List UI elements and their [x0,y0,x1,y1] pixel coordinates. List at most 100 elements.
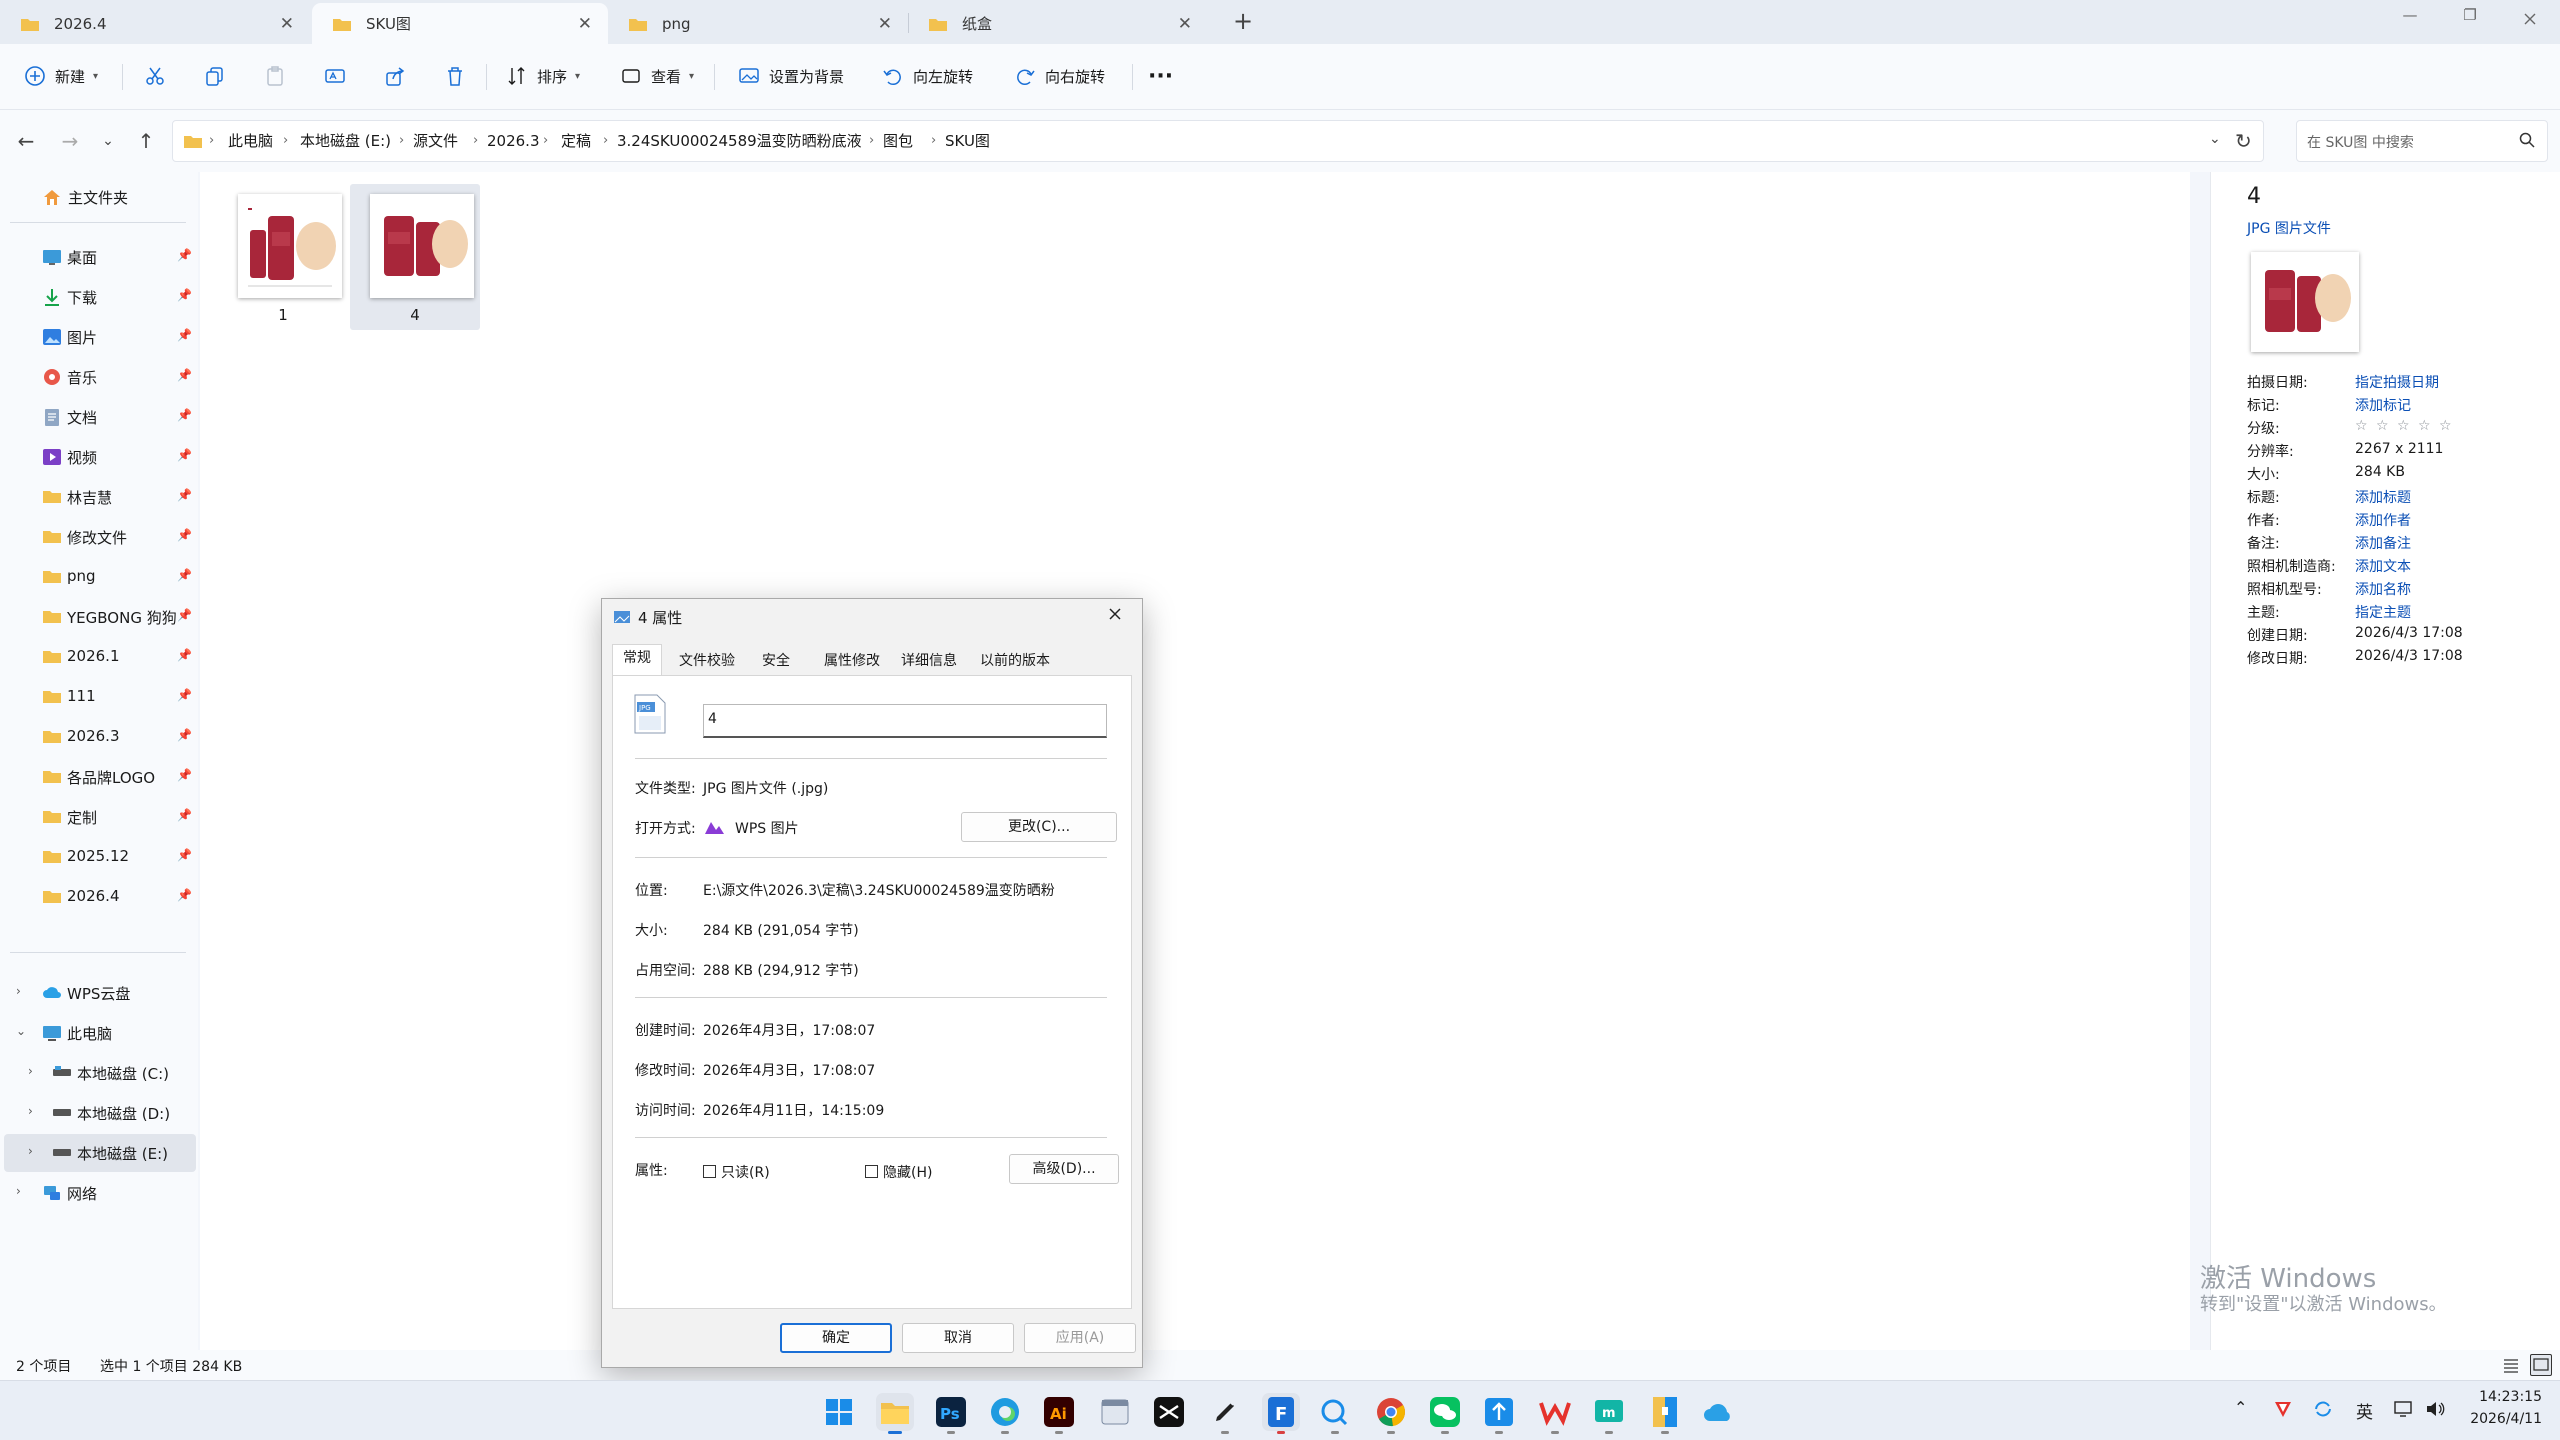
property-value[interactable]: 指定主题 [2355,602,2411,622]
start-button[interactable] [820,1393,858,1431]
tab-box[interactable]: 纸盒 ✕ [908,3,1208,44]
pin-icon[interactable]: 📌 [177,368,192,382]
pin-icon[interactable]: 📌 [177,408,192,422]
breadcrumb-item[interactable]: SKU图 [945,121,990,161]
taskbar-edge[interactable] [986,1393,1024,1431]
taskbar-pen-tool[interactable] [1206,1393,1244,1431]
taskbar-cloud[interactable] [1700,1393,1738,1431]
sidebar-item-folder[interactable]: 2026.4 📌 [0,878,196,916]
tab-details[interactable]: 详细信息 [896,648,962,674]
chevron-right-icon[interactable]: › [28,1144,33,1158]
taskbar-capcut[interactable] [1150,1393,1188,1431]
property-value[interactable]: 添加文本 [2355,556,2411,576]
forward-button[interactable]: → [58,130,82,154]
rotate-left-button[interactable]: 向左旋转 [882,56,973,96]
tab-png[interactable]: png ✕ [608,3,909,44]
set-background-button[interactable]: 设置为背景 [738,56,844,96]
taskbar-archive[interactable] [1646,1393,1684,1431]
breadcrumb-item[interactable]: 图包 [883,121,913,161]
sidebar-item-drive-c[interactable]: › 本地磁盘 (C:) [0,1054,196,1092]
sidebar-item-folder[interactable]: 定制 📌 [0,798,196,836]
breadcrumb-item[interactable]: 2026.3 [487,121,540,161]
pin-icon[interactable]: 📌 [177,328,192,342]
sidebar-item-folder[interactable]: YEGBONG 狗狗 📌 [0,598,196,636]
chevron-down-icon[interactable]: ⌄ [2209,131,2221,147]
taskbar-file-explorer[interactable] [876,1393,914,1431]
sidebar-item-folder[interactable]: 修改文件 📌 [0,518,196,556]
breadcrumb-item[interactable]: 此电脑 [228,121,273,161]
clock-date[interactable]: 2026/4/11 [2462,1411,2542,1427]
close-icon[interactable]: ✕ [578,14,592,34]
tab-security[interactable]: 安全 [752,648,800,674]
sidebar-item-folder[interactable]: 各品牌LOGO 📌 [0,758,196,796]
file-item[interactable]: 1 [218,184,348,330]
pin-icon[interactable]: 📌 [177,488,192,502]
checkbox-box[interactable] [703,1165,716,1178]
maximize-button[interactable]: ❐ [2440,6,2500,32]
back-button[interactable]: ← [14,130,38,154]
pin-icon[interactable]: 📌 [177,528,192,542]
view-button[interactable]: 查看 ▾ [620,56,694,96]
sidebar-item-network[interactable]: › 网络 [0,1174,196,1212]
property-value[interactable]: 指定拍摄日期 [2355,372,2439,392]
pin-icon[interactable]: 📌 [177,768,192,782]
details-view-icon[interactable] [2502,1356,2520,1374]
tab-checksum[interactable]: 文件校验 [670,648,744,674]
sidebar-item-folder[interactable]: 2026.3 📌 [0,718,196,756]
pin-icon[interactable]: 📌 [177,848,192,862]
breadcrumb-item[interactable]: 本地磁盘 (E:) [300,121,391,161]
close-icon[interactable]: ✕ [280,14,294,34]
taskbar-app-upload[interactable] [1480,1393,1518,1431]
pin-icon[interactable]: 📌 [177,248,192,262]
property-value[interactable]: 添加标记 [2355,395,2411,415]
taskbar-wps[interactable] [1536,1393,1574,1431]
search-box[interactable]: 在 SKU图 中搜索 [2296,120,2548,162]
taskbar-app-window[interactable] [1096,1393,1134,1431]
copy-button[interactable] [204,56,235,96]
volume-icon[interactable] [2424,1398,2446,1420]
pin-icon[interactable]: 📌 [177,288,192,302]
breadcrumb-item[interactable]: 源文件 [413,121,458,161]
taskbar-chrome[interactable] [1372,1393,1410,1431]
pin-icon[interactable]: 📌 [177,728,192,742]
hidden-checkbox[interactable]: 隐藏(H) [865,1161,945,1183]
breadcrumb-item[interactable]: 定稿 [561,121,591,161]
chevron-right-icon[interactable]: › [16,984,21,998]
sidebar-item-desktop[interactable]: 桌面 📌 [0,238,196,276]
sidebar-item-music[interactable]: 音乐 📌 [0,358,196,396]
taskbar-photoshop[interactable]: Ps [932,1393,970,1431]
sidebar-item-folder[interactable]: 2026.1 📌 [0,638,196,676]
rotate-right-button[interactable]: 向右旋转 [1014,56,1105,96]
cut-button[interactable] [144,56,175,96]
chevron-up-icon[interactable]: ⌃ [2234,1398,2247,1417]
pin-icon[interactable]: 📌 [177,448,192,462]
refresh-icon[interactable]: ↻ [2235,129,2252,153]
antivirus-tray-icon[interactable] [2272,1398,2294,1420]
tab-sku[interactable]: SKU图 ✕ [312,3,608,44]
sort-button[interactable]: 排序 ▾ [506,56,580,96]
recent-locations-button[interactable]: ⌄ [96,130,120,154]
chevron-right-icon[interactable]: › [28,1064,33,1078]
tab-general[interactable]: 常规 [612,644,662,675]
filename-input[interactable]: 4 [703,704,1107,738]
rating-stars[interactable]: ☆ ☆ ☆ ☆ ☆ [2355,418,2454,434]
sync-tray-icon[interactable] [2312,1398,2334,1420]
sidebar-item-videos[interactable]: 视频 📌 [0,438,196,476]
ok-button[interactable]: 确定 [780,1323,892,1353]
minimize-button[interactable]: — [2380,6,2440,32]
taskbar-chat-search[interactable] [1316,1393,1354,1431]
property-value[interactable]: 添加名称 [2355,579,2411,599]
sidebar-item-drive-d[interactable]: › 本地磁盘 (D:) [0,1094,196,1132]
chevron-down-icon[interactable]: ⌄ [16,1024,26,1038]
network-tray-icon[interactable] [2392,1398,2414,1420]
taskbar-wechat[interactable] [1426,1393,1464,1431]
file-item[interactable]: 4 [350,184,480,330]
tab-attribute-edit[interactable]: 属性修改 [818,648,886,674]
sidebar-item-downloads[interactable]: 下载 📌 [0,278,196,316]
chevron-right-icon[interactable]: › [28,1104,33,1118]
search-icon[interactable] [2519,132,2535,148]
property-value[interactable]: 添加备注 [2355,533,2411,553]
rename-button[interactable] [324,56,355,96]
readonly-checkbox[interactable]: 只读(R) [703,1161,783,1183]
sidebar-item-pictures[interactable]: 图片 📌 [0,318,196,356]
